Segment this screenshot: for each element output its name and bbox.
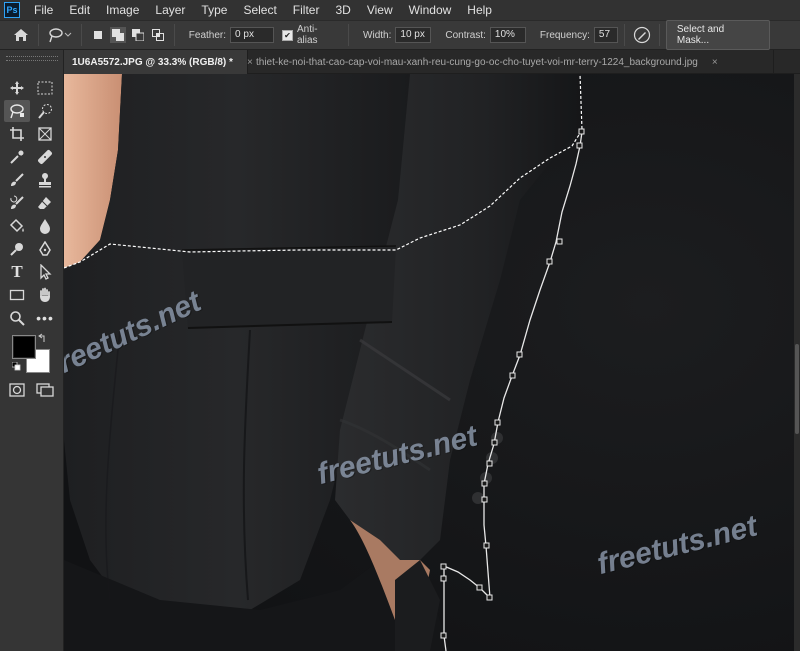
pen-pressure-icon[interactable] (631, 24, 653, 46)
menu-3d[interactable]: 3D (327, 0, 358, 20)
quick-selection-icon[interactable] (32, 100, 58, 122)
menu-type[interactable]: Type (193, 0, 235, 20)
tools-panel: T ••• (0, 50, 64, 651)
anti-alias-checkbox[interactable]: ✔ (281, 29, 293, 41)
tab-close-icon[interactable]: × (712, 57, 718, 68)
vertical-scrollbar[interactable] (794, 74, 800, 651)
menu-bar: Ps File Edit Image Layer Type Select Fil… (0, 0, 800, 20)
photoshop-logo-icon: Ps (4, 2, 20, 18)
select-and-mask-button[interactable]: Select and Mask... (665, 20, 770, 50)
scrollbar-thumb[interactable] (795, 344, 799, 434)
pen-icon[interactable] (32, 238, 58, 260)
anti-alias-label: Anti-alias (296, 24, 318, 46)
menu-window[interactable]: Window (401, 0, 460, 20)
frame-icon[interactable] (32, 123, 58, 145)
new-selection-icon[interactable] (90, 27, 106, 43)
history-brush-icon[interactable] (4, 192, 30, 214)
panel-grip[interactable] (6, 56, 58, 61)
clone-stamp-icon[interactable] (32, 169, 58, 191)
menu-select[interactable]: Select (235, 0, 284, 20)
intersect-selection-icon[interactable] (150, 27, 166, 43)
paint-bucket-icon[interactable] (4, 215, 30, 237)
menu-edit[interactable]: Edit (61, 0, 98, 20)
feather-input[interactable]: 0 px (230, 27, 274, 43)
dodge-icon[interactable] (4, 238, 30, 260)
menu-view[interactable]: View (359, 0, 401, 20)
menu-image[interactable]: Image (98, 0, 147, 20)
width-label: Width: (363, 29, 392, 41)
tab-document-active[interactable]: 1U6A5572.JPG @ 33.3% (RGB/8) * × (64, 50, 253, 74)
marquee-icon[interactable] (32, 77, 58, 99)
contrast-label: Contrast: (445, 29, 486, 41)
contrast-input[interactable]: 10% (489, 27, 526, 43)
rectangle-icon[interactable] (4, 284, 30, 306)
options-bar: Feather: 0 px ✔ Anti-alias Width: 10 px … (0, 20, 800, 50)
tab-label: 1U6A5572.JPG @ 33.3% (RGB/8) * (72, 56, 233, 68)
healing-brush-icon[interactable] (32, 146, 58, 168)
swap-colors-icon[interactable] (38, 333, 48, 343)
quick-mask-icon[interactable] (4, 379, 30, 401)
width-input[interactable]: 10 px (395, 27, 432, 43)
home-icon[interactable] (10, 24, 32, 46)
foreground-color-icon[interactable] (12, 335, 36, 359)
eyedropper-icon[interactable] (4, 146, 30, 168)
document-canvas[interactable]: freetuts.net freetuts.net freetuts.net (64, 74, 794, 651)
default-colors-icon[interactable] (11, 361, 21, 371)
photo-image (64, 74, 794, 651)
tab-document-background[interactable]: thiet-ke-noi-that-cao-cap-voi-mau-xanh-r… (248, 50, 774, 74)
document-tabs: 1U6A5572.JPG @ 33.3% (RGB/8) * × thiet-k… (64, 50, 800, 74)
brush-icon[interactable] (4, 169, 30, 191)
feather-label: Feather: (188, 29, 227, 41)
menu-file[interactable]: File (26, 0, 61, 20)
frequency-input[interactable]: 57 (593, 27, 618, 43)
hand-icon[interactable] (32, 284, 58, 306)
more-tools-icon[interactable]: ••• (32, 307, 58, 329)
subtract-from-selection-icon[interactable] (130, 27, 146, 43)
menu-help[interactable]: Help (459, 0, 500, 20)
blur-icon[interactable] (32, 215, 58, 237)
screen-mode-icon[interactable] (32, 379, 58, 401)
tab-label: thiet-ke-noi-that-cao-cap-voi-mau-xanh-r… (256, 56, 698, 68)
crop-icon[interactable] (4, 123, 30, 145)
zoom-icon[interactable] (4, 307, 30, 329)
eraser-icon[interactable] (32, 192, 58, 214)
magnetic-lasso-preset-icon[interactable] (45, 24, 75, 46)
magnetic-lasso-icon[interactable] (4, 100, 30, 122)
move-icon[interactable] (4, 77, 30, 99)
menu-filter[interactable]: Filter (285, 0, 328, 20)
menu-layer[interactable]: Layer (147, 0, 193, 20)
path-selection-icon[interactable] (32, 261, 58, 283)
frequency-label: Frequency: (539, 29, 590, 41)
add-to-selection-icon[interactable] (109, 27, 126, 43)
type-icon[interactable]: T (4, 261, 30, 283)
